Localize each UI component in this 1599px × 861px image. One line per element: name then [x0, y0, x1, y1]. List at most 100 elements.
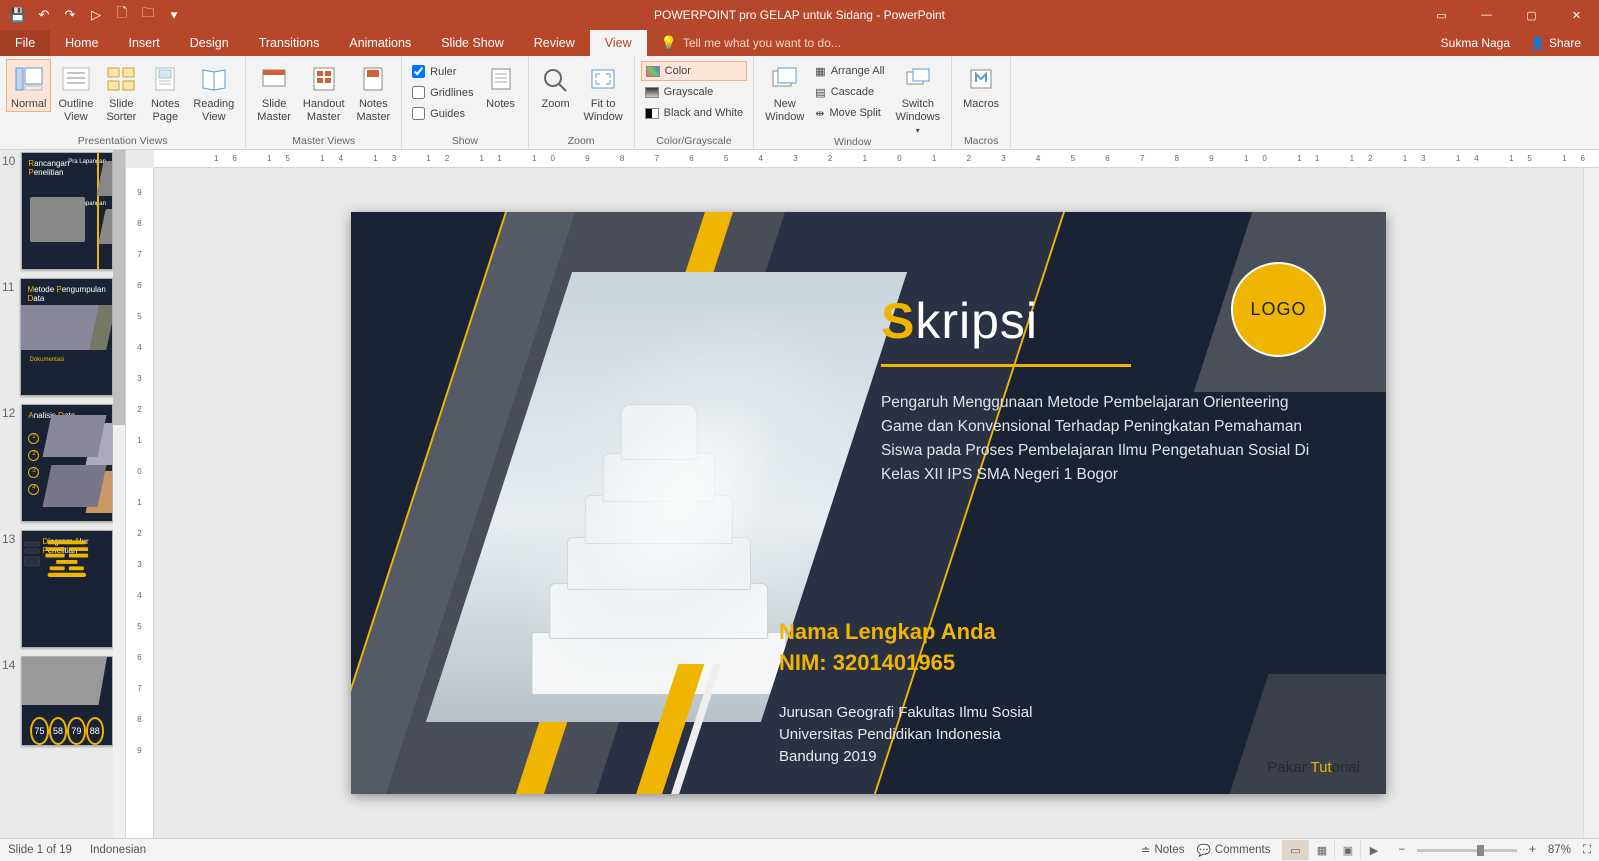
status-slide-count[interactable]: Slide 1 of 19 [8, 844, 72, 856]
tab-insert[interactable]: Insert [114, 30, 175, 56]
lightbulb-icon: 💡 [661, 35, 677, 51]
cascade-icon: ▤ [815, 86, 825, 99]
tab-home[interactable]: Home [50, 30, 113, 56]
redo-button[interactable]: ↷ [58, 3, 82, 27]
tab-animations[interactable]: Animations [334, 30, 426, 56]
minimize-button[interactable]: — [1464, 0, 1509, 30]
save-button[interactable]: 💾 [6, 3, 30, 27]
black-white-button[interactable]: Black and White [641, 103, 747, 123]
arrange-icon: ▦ [815, 65, 825, 78]
title-bar: 💾 ↶ ↷ ▷ 🗋 🗀 ▾ POWERPOINT pro GELAP untuk… [0, 0, 1599, 30]
new-window-button[interactable]: New Window [760, 59, 809, 123]
slide-author: Nama Lengkap Anda NIM: 3201401965 [779, 617, 996, 679]
comments-icon: 💬 [1197, 843, 1211, 857]
outline-view-button[interactable]: Outline View [53, 59, 98, 123]
group-window: New Window ▦Arrange All ▤Cascade ⇹Move S… [754, 56, 952, 149]
ribbon-tabs: File Home Insert Design Transitions Anim… [0, 30, 1599, 56]
qat-customize-button[interactable]: ▾ [162, 3, 186, 27]
status-language[interactable]: Indonesian [90, 844, 146, 856]
share-icon: 👤 [1530, 36, 1545, 50]
thumbnail-scrollbar[interactable] [113, 150, 125, 838]
group-show: Ruler Gridlines Guides Notes Show [402, 56, 528, 149]
undo-button[interactable]: ↶ [32, 3, 56, 27]
tab-view[interactable]: View [590, 30, 647, 56]
tab-slideshow[interactable]: Slide Show [426, 30, 519, 56]
view-slideshow-button[interactable]: ▶ [1360, 840, 1386, 860]
view-reading-button[interactable]: ▣ [1334, 840, 1360, 860]
group-macros: Macros Macros [952, 56, 1011, 149]
color-button[interactable]: Color [641, 61, 747, 81]
notes-master-button[interactable]: Notes Master [352, 59, 396, 123]
slide-editor: 16 15 14 13 12 11 10 9 8 7 6 5 4 3 2 1 0… [126, 150, 1599, 838]
start-from-beginning-button[interactable]: ▷ [84, 3, 108, 27]
thumbnail-14[interactable]: 14 Hasil Penelitian 75 58 79 88 [0, 654, 113, 752]
title-underline [881, 364, 1131, 367]
thumbnail-13[interactable]: 13 Diagram Alur Penelitian [0, 528, 113, 654]
slide-watermark: Pakar Tutorial [1267, 759, 1360, 776]
horizontal-ruler: 16 15 14 13 12 11 10 9 8 7 6 5 4 3 2 1 0… [154, 150, 1599, 168]
group-presentation-views: Normal Outline View Slide Sorter Notes P… [0, 56, 246, 149]
slide-sorter-button[interactable]: Slide Sorter [100, 59, 142, 123]
thumbnail-11[interactable]: 11 Metode Pengumpulan Data Dokumentasi T… [0, 276, 113, 402]
zoom-slider[interactable] [1417, 849, 1517, 852]
slide-canvas[interactable]: Skripsi Pengaruh Menggunaan Metode Pembe… [154, 168, 1583, 838]
gridlines-checkbox[interactable]: Gridlines [412, 84, 473, 101]
move-split-button[interactable]: ⇹Move Split [811, 103, 888, 123]
split-icon: ⇹ [815, 107, 824, 120]
notes-button[interactable]: Notes [480, 59, 522, 111]
fit-to-window-button[interactable]: Fit to Window [579, 59, 628, 123]
switch-windows-button[interactable]: Switch Windows▾ [891, 59, 946, 135]
close-button[interactable]: ✕ [1554, 0, 1599, 30]
tab-file[interactable]: File [0, 30, 50, 56]
share-button[interactable]: 👤 Share [1522, 30, 1589, 56]
open-file-button[interactable]: 🗀 [136, 3, 160, 27]
current-slide[interactable]: Skripsi Pengaruh Menggunaan Metode Pembe… [351, 212, 1386, 794]
tell-me-search[interactable]: 💡 Tell me what you want to do... [647, 30, 841, 56]
fit-slide-button[interactable]: ⛶ [1583, 844, 1591, 857]
cascade-button[interactable]: ▤Cascade [811, 82, 888, 102]
group-color-grayscale: Color Grayscale Black and White Color/Gr… [635, 56, 754, 149]
tab-design[interactable]: Design [175, 30, 244, 56]
notes-page-button[interactable]: Notes Page [144, 59, 186, 123]
slide-master-button[interactable]: Slide Master [252, 59, 296, 123]
tab-transitions[interactable]: Transitions [244, 30, 335, 56]
status-comments-button[interactable]: 💬Comments [1197, 843, 1271, 857]
vertical-scrollbar[interactable] [1583, 168, 1599, 838]
user-area: Sukma Naga 👤 Share [1441, 30, 1599, 56]
ruler-checkbox[interactable]: Ruler [412, 63, 473, 80]
ribbon: Normal Outline View Slide Sorter Notes P… [0, 56, 1599, 150]
quick-access-toolbar: 💾 ↶ ↷ ▷ 🗋 🗀 ▾ [0, 3, 186, 27]
decor-corner-bottom [1203, 674, 1385, 794]
tab-review[interactable]: Review [519, 30, 590, 56]
thumbnail-12[interactable]: 12 Analisis Data 1 2 3 4 [0, 402, 113, 528]
status-bar: Slide 1 of 19 Indonesian ≐Notes 💬Comment… [0, 838, 1599, 861]
normal-view-button[interactable]: Normal [6, 59, 51, 112]
ribbon-options-button[interactable]: ▭ [1419, 0, 1464, 30]
window-title: POWERPOINT pro GELAP untuk Sidang - Powe… [654, 8, 945, 22]
zoom-percent[interactable]: 87% [1548, 844, 1571, 856]
reading-view-button[interactable]: Reading View [188, 59, 239, 123]
arrange-all-button[interactable]: ▦Arrange All [811, 61, 888, 81]
view-mode-buttons: ▭ ▦ ▣ ▶ [1282, 840, 1386, 860]
status-notes-button[interactable]: ≐Notes [1141, 843, 1185, 857]
zoom-in-button[interactable]: + [1529, 844, 1536, 856]
notes-icon: ≐ [1141, 843, 1151, 857]
view-sorter-button[interactable]: ▦ [1308, 840, 1334, 860]
zoom-button[interactable]: Zoom [535, 59, 577, 111]
window-controls: ▭ — ▢ ✕ [1419, 0, 1599, 30]
zoom-out-button[interactable]: − [1398, 844, 1405, 856]
slide-description: Pengaruh Menggunaan Metode Pembelajaran … [881, 391, 1331, 487]
group-master-views: Slide Master Handout Master Notes Master… [246, 56, 402, 149]
group-zoom: Zoom Fit to Window Zoom [529, 56, 635, 149]
maximize-button[interactable]: ▢ [1509, 0, 1554, 30]
new-file-button[interactable]: 🗋 [110, 3, 134, 27]
handout-master-button[interactable]: Handout Master [298, 59, 350, 123]
user-name[interactable]: Sukma Naga [1441, 36, 1510, 50]
thumbnail-10[interactable]: 10 RRancanganancanganPenelitian Pra Lapa… [0, 150, 113, 276]
grayscale-button[interactable]: Grayscale [641, 82, 747, 102]
vertical-ruler: 9876543210123456789 [126, 168, 154, 838]
slide-department: Jurusan Geografi Fakultas Ilmu Sosial Un… [779, 702, 1032, 767]
view-normal-button[interactable]: ▭ [1282, 840, 1308, 860]
macros-button[interactable]: Macros [958, 59, 1004, 111]
guides-checkbox[interactable]: Guides [412, 105, 473, 122]
